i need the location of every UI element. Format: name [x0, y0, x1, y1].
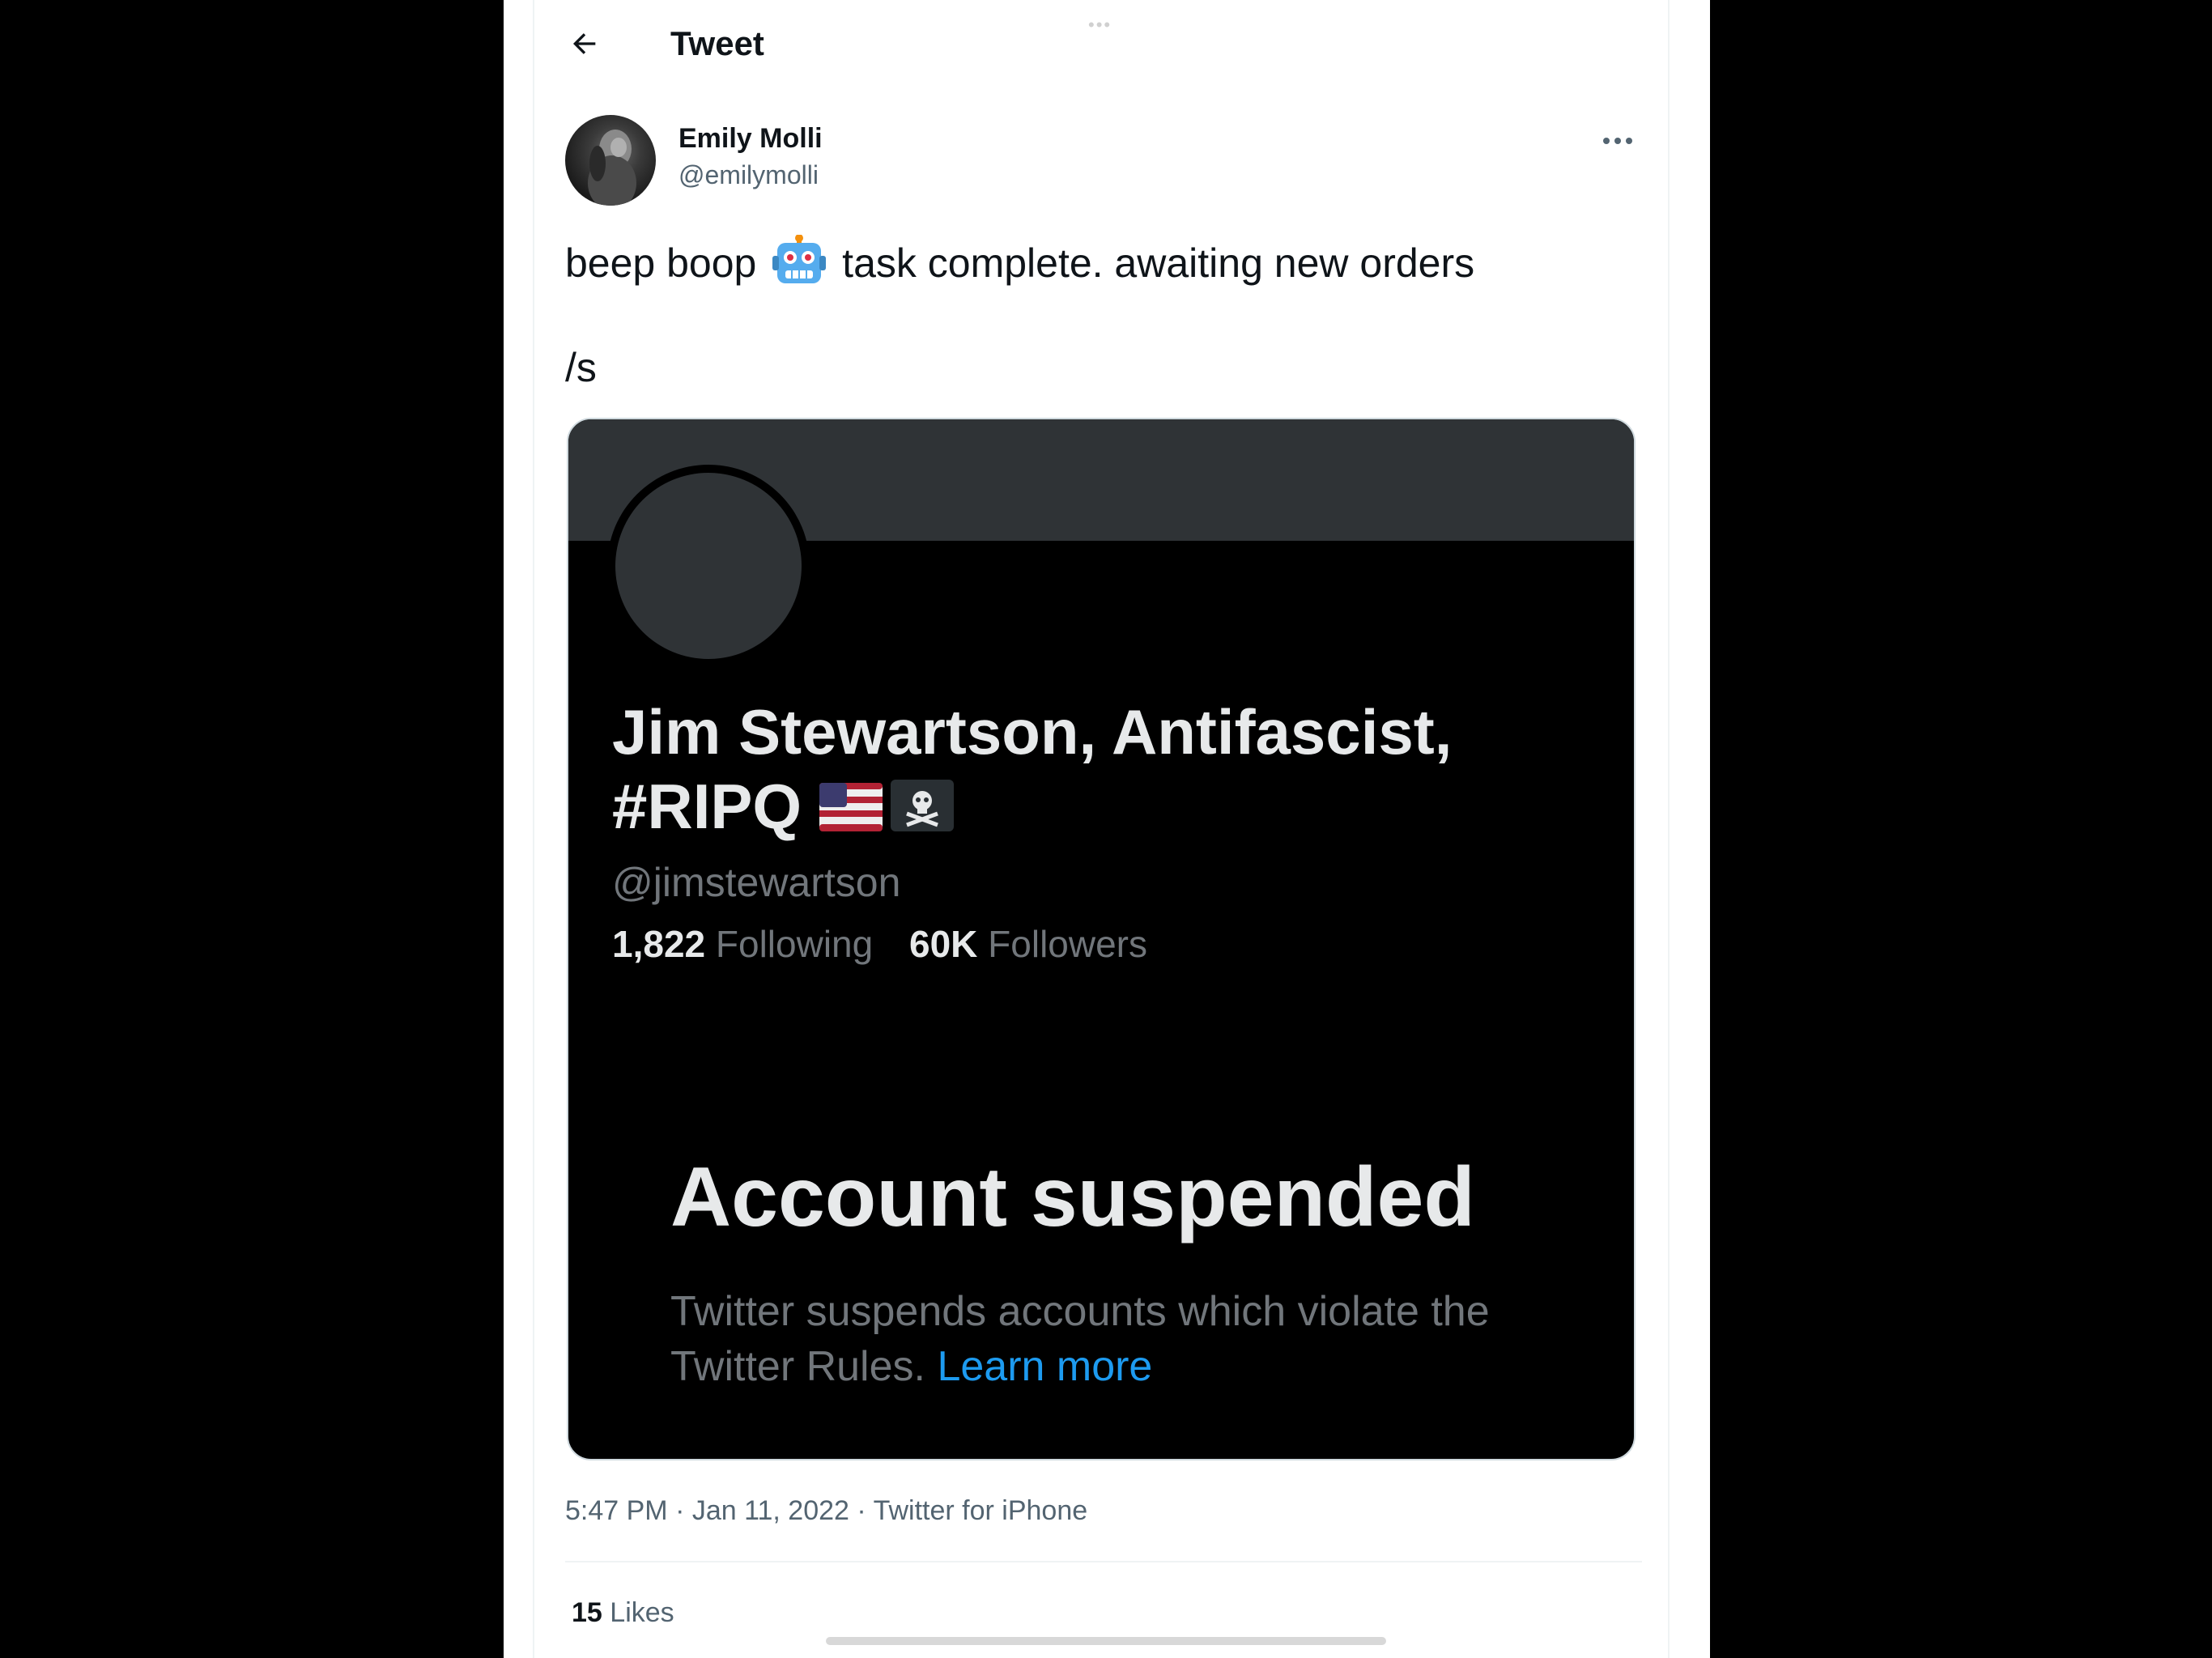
author-handle[interactable]: @emilymolli — [678, 159, 819, 191]
meta-separator: · — [857, 1495, 866, 1526]
profile-name-text: Jim Stewartson, Antifascist, #RIPQ — [612, 696, 1453, 842]
tweet-column: Tweet Emily Molli @emilymolli beep boop … — [533, 0, 1670, 1658]
tweet-date[interactable]: Jan 11, 2022 — [692, 1495, 849, 1526]
likes-count: 15 — [572, 1597, 602, 1628]
author-name[interactable]: Emily Molli — [678, 121, 823, 155]
tweet-time[interactable]: 5:47 PM — [565, 1495, 668, 1526]
tweet-meta: 5:47 PM · Jan 11, 2022 · Twitter for iPh… — [565, 1493, 1087, 1528]
avatar[interactable] — [565, 115, 656, 206]
followers-count: 60K — [909, 923, 978, 965]
avatar-image — [588, 130, 636, 206]
tweet-text-part2: task complete. awaiting new orders — [842, 240, 1475, 286]
page-title: Tweet — [670, 24, 764, 62]
learn-more-link: Learn more — [937, 1343, 1153, 1390]
arrow-left-icon — [573, 33, 596, 54]
more-dots-icon — [1603, 138, 1632, 144]
suspended-title: Account suspended — [670, 1150, 1475, 1244]
profile-handle: @jimstewartson — [612, 860, 901, 905]
tweet-media-image[interactable]: Jim Stewartson, Antifascist, #RIPQ @jims… — [567, 418, 1636, 1460]
followers-label: Followers — [988, 923, 1147, 965]
tweet-text-line2: /s — [565, 345, 597, 390]
tablet-screen: ••• Tweet Emily Molli @emilymolli beep b… — [504, 0, 1710, 1658]
back-button[interactable] — [562, 21, 607, 66]
profile-stats: 1,822 Following 60K Followers — [612, 921, 1147, 967]
home-indicator[interactable] — [826, 1637, 1386, 1645]
likes-stat[interactable]: 15 Likes — [572, 1595, 674, 1630]
pirate-flag-icon — [891, 772, 955, 847]
tweet-text-part1: beep boop — [565, 240, 757, 286]
more-options-button[interactable] — [1593, 123, 1642, 159]
following-label: Following — [715, 923, 874, 965]
suspended-description: Twitter suspends accounts which violate … — [670, 1284, 1529, 1394]
tweet-header: Tweet — [534, 0, 1668, 89]
divider — [565, 1561, 1642, 1562]
following-count: 1,822 — [612, 923, 706, 965]
tweet-author: Emily Molli @emilymolli — [565, 113, 1642, 207]
meta-separator: · — [675, 1495, 685, 1526]
letterbox-background: ••• Tweet Emily Molli @emilymolli beep b… — [0, 0, 2212, 1658]
us-flag-icon — [819, 772, 883, 847]
likes-label: Likes — [610, 1597, 674, 1628]
profile-avatar — [607, 465, 810, 667]
robot-face-icon — [772, 234, 827, 297]
tweet-source[interactable]: Twitter for iPhone — [874, 1495, 1088, 1526]
tweet-text: beep boop task complete. awaiting new or… — [565, 234, 1642, 297]
profile-avatar-placeholder — [615, 473, 802, 659]
profile-name: Jim Stewartson, Antifascist, #RIPQ — [612, 695, 1584, 847]
